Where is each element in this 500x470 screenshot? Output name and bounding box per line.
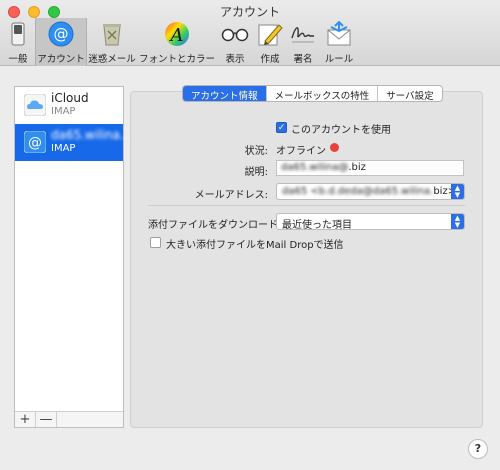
account-type: IMAP [51,143,76,154]
toolbar-viewing[interactable]: 表示 [219,18,251,66]
attachments-label: 添付ファイルをダウンロード: [148,220,282,231]
attachments-popup[interactable]: 最近使った項目 ▲ ▼ [276,213,465,230]
toolbar-signatures-label: 署名 [293,54,313,65]
toolbar-accounts[interactable]: @ アカウント [35,18,87,66]
description-prefix: da65.wilina@ [281,162,349,173]
email-prefix: da65 <b.d.deda@da65.wilina. [282,186,434,197]
glasses-icon [221,20,249,48]
tab-server-settings[interactable]: サーバ設定 [378,86,441,101]
tab-account-info[interactable]: アカウント情報 [183,86,267,101]
account-tabs: アカウント情報 メールボックスの特性 サーバ設定 [182,85,443,102]
toolbar-accounts-label: アカウント [37,54,85,65]
toolbar-rules[interactable]: ルール [321,18,357,66]
toolbar-fonts-colors-label: フォントとカラー [139,54,216,65]
toolbar-junk[interactable]: 迷惑メール [88,18,136,66]
toolbar-rules-label: ルール [324,54,354,65]
toolbar-composing[interactable]: 作成 [254,18,286,66]
svg-text:A: A [169,25,184,46]
toolbar-general[interactable]: 一般 [2,18,34,66]
chevron-updown-icon: ▲ ▼ [451,184,464,199]
maildrop-label: 大きい添付ファイルをMail Dropで送信 [166,240,344,251]
toolbar-composing-label: 作成 [260,54,280,65]
toolbar-general-label: 一般 [8,54,28,65]
email-address-popup[interactable]: da65 <b.d.deda@da65.wilina.biz> ▲ ▼ [276,183,465,200]
enable-account-checkbox[interactable]: ✓ [276,122,287,133]
remove-account-button[interactable]: — [36,412,57,427]
toolbar-junk-label: 迷惑メール [88,54,136,65]
help-button[interactable]: ? [468,439,488,459]
tab-mailbox-behaviors[interactable]: メールボックスの特性 [267,86,379,101]
junk-trash-icon [98,20,126,48]
toolbar-signatures[interactable]: 署名 [287,18,319,66]
account-list: iCloud IMAP @ da65.wilina... IMAP + — [14,86,131,428]
cloud-icon [23,93,47,117]
status-value: オフライン [276,146,326,157]
description-label: 説明: [244,167,268,178]
signature-icon [289,20,317,48]
description-field[interactable]: da65.wilina@.biz [276,160,464,176]
svg-text:@: @ [54,25,69,43]
maildrop-checkbox[interactable] [150,237,161,248]
attachments-value: 最近使った項目 [282,220,352,230]
enable-account-label: このアカウントを使用 [291,125,391,136]
section-divider [148,205,465,206]
status-dot [330,143,339,152]
chevron-updown-icon: ▲ ▼ [451,214,464,229]
font-color-icon: A [163,20,191,48]
account-item-selected[interactable]: @ da65.wilina... IMAP [15,124,131,161]
account-type: IMAP [51,106,76,117]
account-item-icloud[interactable]: iCloud IMAP [15,87,123,124]
account-list-footer: + — [15,411,123,427]
toolbar-viewing-label: 表示 [225,54,245,65]
status-label: 状況: [244,146,268,157]
account-name: da65.wilina... [51,128,132,142]
rules-envelope-icon [325,20,353,48]
at-sign-icon: @ [23,130,47,154]
toolbar-fonts-colors[interactable]: A フォントとカラー [139,18,215,66]
add-account-button[interactable]: + [15,412,36,427]
compose-pencil-icon [256,20,284,48]
description-suffix: .biz [348,162,366,173]
switch-icon [4,20,32,48]
svg-text:@: @ [28,135,42,151]
window-titlebar: アカウント 一般 @ アカウント 迷惑メール A フォントとカラー 表示 作成 … [0,0,500,66]
email-label: メールアドレス: [194,190,268,201]
account-name: iCloud [51,91,89,105]
at-sign-icon: @ [47,20,75,48]
